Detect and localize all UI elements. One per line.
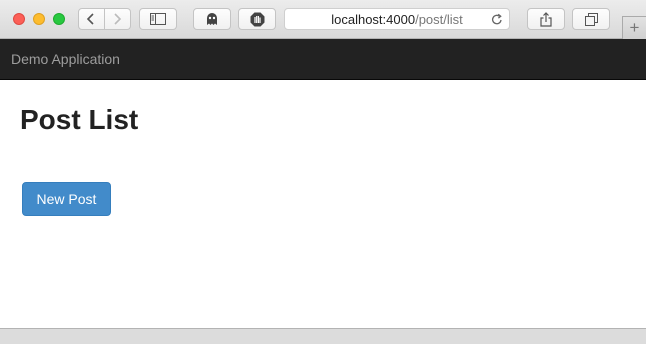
maximize-window-button[interactable] bbox=[53, 13, 65, 25]
history-nav bbox=[78, 8, 131, 30]
show-tabs-button[interactable] bbox=[572, 8, 610, 30]
sidebar-icon bbox=[150, 13, 166, 25]
back-button[interactable] bbox=[78, 8, 105, 30]
navbar-brand[interactable]: Demo Application bbox=[11, 51, 120, 67]
chevron-left-icon bbox=[87, 13, 94, 25]
share-icon bbox=[540, 11, 552, 27]
browser-toolbar: localhost:4000/post/list + bbox=[0, 0, 646, 39]
chevron-right-icon bbox=[114, 13, 122, 25]
minimize-window-button[interactable] bbox=[33, 13, 45, 25]
ghost-extension-button[interactable] bbox=[193, 8, 231, 30]
address-host: localhost:4000 bbox=[331, 11, 416, 27]
reload-icon[interactable] bbox=[491, 13, 503, 26]
ghost-icon bbox=[207, 13, 217, 25]
share-button[interactable] bbox=[527, 8, 565, 30]
browser-status-bar bbox=[0, 328, 646, 344]
page-title: Post List bbox=[20, 104, 139, 135]
forward-button[interactable] bbox=[104, 8, 131, 30]
address-bar[interactable]: localhost:4000/post/list bbox=[284, 8, 510, 30]
app-navbar: Demo Application bbox=[0, 39, 646, 80]
sidebar-toggle-button[interactable] bbox=[139, 8, 177, 30]
hand-extension-button[interactable] bbox=[238, 8, 276, 30]
new-post-button[interactable]: New Post bbox=[22, 182, 111, 216]
plus-icon: + bbox=[629, 18, 640, 37]
new-tab-button[interactable]: + bbox=[622, 16, 646, 39]
tabs-icon bbox=[584, 12, 598, 26]
close-window-button[interactable] bbox=[13, 13, 25, 25]
stop-hand-icon bbox=[250, 12, 264, 26]
address-path: /post/list bbox=[415, 11, 463, 27]
